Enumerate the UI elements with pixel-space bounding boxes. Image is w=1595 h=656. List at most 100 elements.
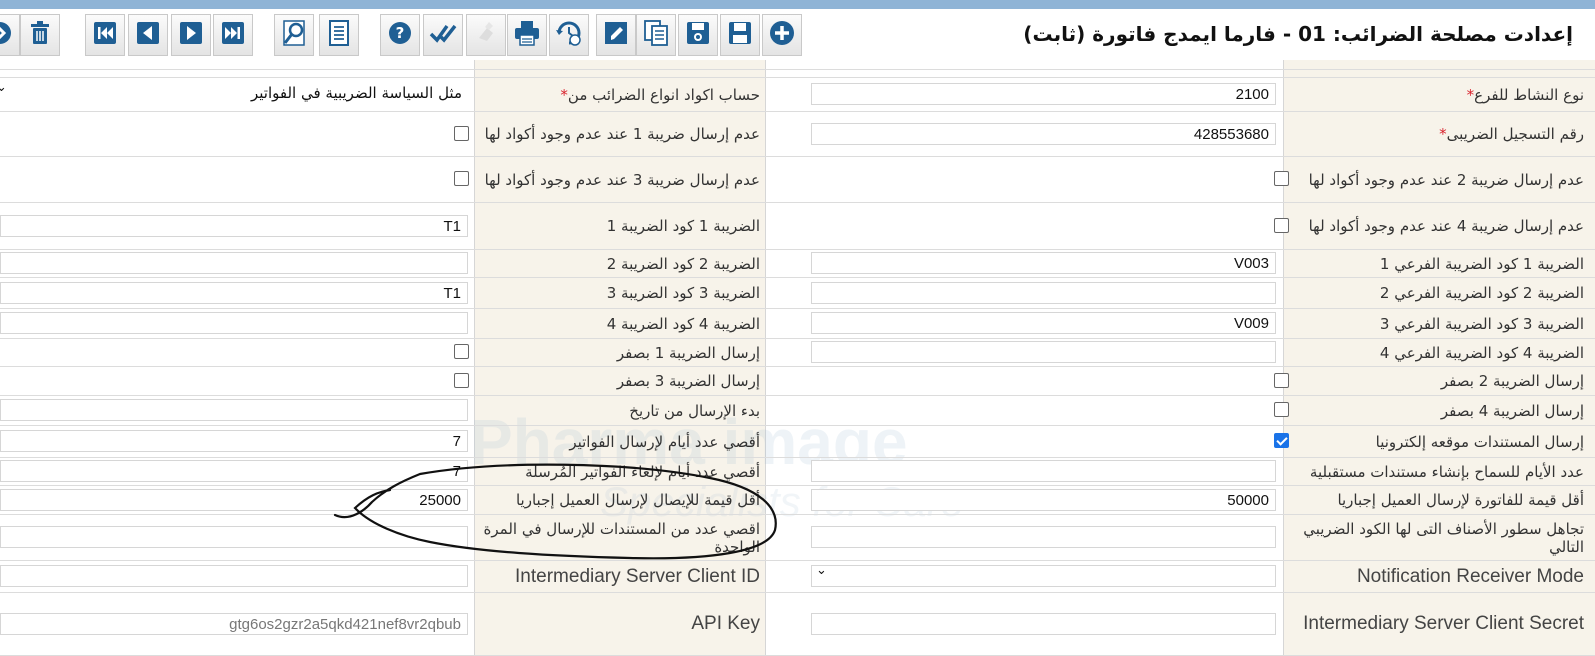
label-text: الضريبة 3 كود الضريبة 3 <box>606 284 760 302</box>
right-field-label: الضريبة 4 كود الضريبة الفرعي 4 <box>1288 339 1584 366</box>
left-checkbox-7[interactable] <box>454 344 469 359</box>
left-input-5[interactable]: T1 <box>0 281 468 304</box>
right-field-label: عدم إرسال ضريبة 2 عند عدم وجود أكواد لها <box>1288 157 1584 202</box>
required-asterisk: * <box>1439 125 1447 143</box>
right-field-label: رقم التسجيل الضريبى * <box>1288 112 1584 156</box>
floppy-icon <box>725 18 755 52</box>
left-field-label: الضريبة 3 كود الضريبة 3 <box>478 278 760 308</box>
left-field-label: الضريبة 4 كود الضريبة 4 <box>478 309 760 338</box>
window-top-strip <box>0 0 1595 9</box>
report-button[interactable] <box>319 14 359 56</box>
save-as-button[interactable] <box>678 14 718 56</box>
right-checkbox-10[interactable] <box>1274 433 1289 448</box>
label-text: Notification Receiver Mode <box>1356 565 1584 587</box>
left-field-label: إرسال الضريبة 1 بصفر <box>478 339 760 366</box>
edit-button[interactable] <box>596 14 636 56</box>
label-text: إرسال الضريبة 1 بصفر <box>616 343 760 362</box>
approve-button[interactable] <box>423 14 463 56</box>
label-text: نوع النشاط للفرع <box>1474 85 1584 104</box>
left-input-10[interactable]: 7 <box>0 430 468 452</box>
left-input-14[interactable] <box>0 565 468 587</box>
add-button[interactable] <box>762 14 802 56</box>
left-input-6[interactable] <box>0 312 468 334</box>
right-input-12[interactable]: 50000 <box>811 488 1276 511</box>
next-icon <box>176 18 206 52</box>
double-check-icon <box>428 18 458 52</box>
right-field-label: أقل قيمة للفاتورة لإرسال العميل إجباريا <box>1288 486 1584 514</box>
left-checkbox-1[interactable] <box>454 125 469 141</box>
history-button[interactable] <box>549 14 589 56</box>
label-text: حساب اكواد انواع الضرائب من <box>567 85 760 104</box>
right-checkbox-9[interactable] <box>1274 402 1289 417</box>
first-record-button[interactable] <box>85 14 125 56</box>
left-field-label: أقصي عدد أيام لإرسال الفواتير <box>478 426 760 457</box>
left-field-label: إرسال الضريبة 3 بصفر <box>478 367 760 395</box>
chevron-down-icon: ⌄ <box>0 80 7 95</box>
chevron-down-icon: ⌄ <box>816 563 827 578</box>
label-text: عدد الأيام للسماح بإنشاء مستندات مستقبلي… <box>1309 462 1584 481</box>
right-input-5[interactable] <box>811 281 1276 304</box>
left-input-3[interactable]: T1 <box>0 214 468 237</box>
label-text: بدء الإرسال من تاريخ <box>629 401 760 420</box>
save-button[interactable] <box>720 14 760 56</box>
left-field-label: عدم إرسال ضريبة 1 عند عدم وجود أكواد لها <box>478 112 760 156</box>
left-input-4[interactable] <box>0 252 468 274</box>
right-field-label: الضريبة 2 كود الضريبة الفرعي 2 <box>1288 278 1584 308</box>
right-input-13[interactable] <box>811 526 1276 548</box>
left-input-9[interactable] <box>0 399 468 421</box>
right-input-11[interactable] <box>811 460 1276 482</box>
right-input-15[interactable] <box>811 612 1276 635</box>
right-input-0[interactable]: 2100 <box>811 83 1276 105</box>
left-select-0[interactable]: مثل السياسة الضريبية في الفواتير ⌄ <box>0 80 468 105</box>
right-checkbox-8[interactable] <box>1274 372 1289 388</box>
copy-button[interactable] <box>636 14 676 56</box>
right-input-7[interactable] <box>811 341 1276 363</box>
right-input-4[interactable]: V003 <box>811 252 1276 274</box>
left-field-label: أقصي عدد أيام لإلغاء الفواتير المُرسلة <box>478 458 760 485</box>
last-record-button[interactable] <box>213 14 253 56</box>
divider <box>474 60 475 655</box>
left-field-label: حساب اكواد انواع الضرائب من * <box>478 78 760 111</box>
left-field-label: الضريبة 1 كود الضريبة 1 <box>478 203 760 249</box>
left-field-label: بدء الإرسال من تاريخ <box>478 396 760 425</box>
previous-record-button[interactable] <box>128 14 168 56</box>
label-text: الضريبة 1 كود الضريبة 1 <box>606 217 760 235</box>
label-text: Intermediary Server Client ID <box>515 565 760 587</box>
label-text: أقصي عدد أيام لإرسال الفواتير <box>569 432 760 451</box>
right-input-1[interactable]: 428553680 <box>811 122 1276 145</box>
right-checkbox-2[interactable] <box>1274 171 1289 186</box>
left-field-label: Intermediary Server Client ID <box>478 561 760 592</box>
right-field-label: Notification Receiver Mode <box>1288 561 1584 592</box>
left-input-12[interactable]: 25000 <box>0 488 468 511</box>
right-select-14[interactable]: ⌄ <box>811 563 1276 587</box>
help-button[interactable]: ? <box>380 14 420 56</box>
previous-icon <box>133 18 163 52</box>
delete-button[interactable] <box>20 14 60 56</box>
label-text: إرسال الضريبة 2 بصفر <box>1440 372 1584 390</box>
label-text: عدم إرسال ضريبة 4 عند عدم وجود أكواد لها <box>1308 217 1584 235</box>
left-input-15[interactable]: gtg6os2gzr2a5qkd421nef8vr2qbub <box>0 612 468 635</box>
help-icon: ? <box>385 18 415 52</box>
history-icon <box>554 18 584 52</box>
right-field-label: نوع النشاط للفرع * <box>1288 78 1584 111</box>
trash-icon <box>25 18 55 52</box>
print-button[interactable] <box>507 14 547 56</box>
magnifier-icon <box>279 18 309 52</box>
exit-button[interactable] <box>0 14 20 56</box>
label-text: أقل قيمة للفاتورة لإرسال العميل إجباريا <box>1337 491 1584 509</box>
left-input-13[interactable] <box>0 526 468 548</box>
tax-settings-form: Pharma image Specialists for Care نوع ال… <box>0 60 1595 656</box>
search-button[interactable] <box>274 14 314 56</box>
eraser-icon <box>471 18 501 52</box>
document-icon <box>324 18 354 52</box>
right-field-label: عدم إرسال ضريبة 4 عند عدم وجود أكواد لها <box>1288 203 1584 249</box>
next-record-button[interactable] <box>171 14 211 56</box>
left-input-11[interactable]: 7 <box>0 460 468 482</box>
right-field-label: تجاهل سطور الأصناف التى لها الكود الضريب… <box>1288 515 1584 560</box>
left-checkbox-8[interactable] <box>454 372 469 388</box>
right-checkbox-3[interactable] <box>1274 217 1289 233</box>
label-text: عدم إرسال ضريبة 3 عند عدم وجود أكواد لها <box>484 170 760 189</box>
left-checkbox-2[interactable] <box>454 171 469 186</box>
right-input-6[interactable]: V009 <box>811 312 1276 334</box>
clear-button[interactable] <box>466 14 506 56</box>
